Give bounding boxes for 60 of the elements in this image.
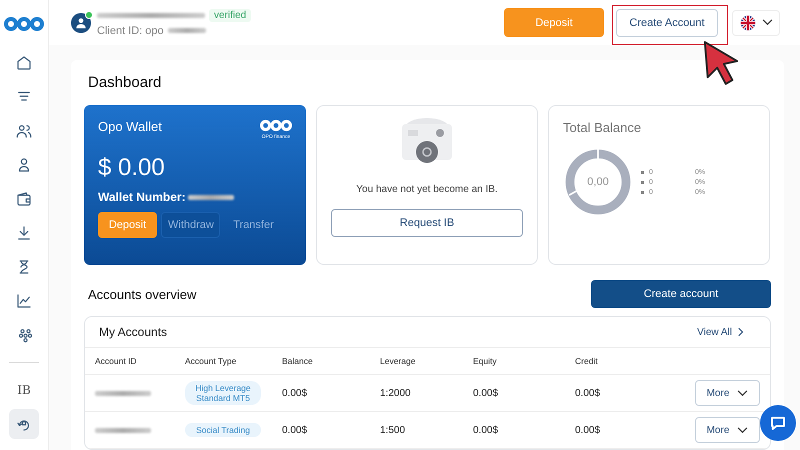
users-icon [15, 122, 33, 140]
table-cell-text: 0.00$ [282, 424, 308, 436]
total-balance-title: Total Balance [563, 120, 642, 135]
brand-logo [4, 16, 44, 32]
pointer-arrow-icon [702, 40, 740, 86]
column-header: Account Type [185, 356, 238, 366]
view-all-link[interactable]: View All [697, 326, 744, 338]
ib-nav-item[interactable]: IB [9, 375, 39, 405]
more-dropdown-button[interactable]: More [695, 417, 760, 443]
table-cell-text: 0.00$ [575, 388, 602, 398]
wallet-title: Opo Wallet [98, 119, 162, 136]
create-account-button[interactable]: Create account [591, 280, 771, 308]
download-icon [15, 224, 33, 242]
request-ib-button[interactable]: Request IB [331, 209, 523, 237]
chart-icon [15, 292, 33, 310]
verified-badge: verified [209, 8, 252, 22]
redacted-number [188, 194, 234, 200]
account-type-tag: Social Trading [185, 422, 261, 438]
table-cell-text: 0.00$ [282, 388, 308, 398]
wallet-icon [15, 190, 33, 208]
brand-logo [260, 119, 292, 132]
online-dot [85, 10, 93, 18]
section-title: Accounts overview [88, 286, 196, 302]
table-cell-text: 1:2000 [380, 388, 412, 398]
donut-center-value: 0,00 [587, 176, 609, 188]
legend-marker [641, 190, 644, 194]
table-cell-text: 0.00$ [473, 388, 500, 398]
chevron-down-icon [737, 426, 748, 434]
legend-marker [641, 180, 644, 184]
client-id: Client ID: opo [97, 24, 164, 36]
table-cell-text: 1:500 [380, 424, 406, 436]
account-type-tag: High Leverage Standard MT5 [185, 380, 261, 406]
table-cell-text: 0.00$ [473, 424, 500, 436]
more-dropdown-button[interactable]: More [695, 380, 760, 406]
legend-marker [641, 170, 644, 174]
create-account-button[interactable]: Create Account [616, 8, 718, 36]
card-title: My Accounts [99, 325, 168, 339]
page-title: Dashboard [88, 74, 162, 91]
home-icon [15, 54, 33, 72]
redacted-id [168, 28, 206, 33]
chat-icon [769, 414, 787, 432]
language-selector[interactable] [732, 10, 780, 36]
column-header: Balance [282, 356, 314, 366]
chevron-right-icon [738, 327, 744, 337]
flag-icon [740, 14, 756, 30]
redacted-account-id [95, 428, 151, 432]
nav-item[interactable] [9, 409, 39, 439]
table-cell-text: 0.00$ [575, 424, 602, 436]
wallet-amount: $ 0.00 [98, 154, 166, 182]
ib-status-message: You have not yet become an IB. [356, 184, 498, 195]
chevron-down-icon [737, 390, 748, 396]
chevron-down-icon [762, 19, 772, 26]
redacted-account-id [95, 390, 151, 396]
wallet-number-label: Wallet Number: [98, 190, 186, 204]
column-header: Equity [473, 356, 498, 366]
column-header: Leverage [380, 356, 416, 366]
column-header: Account ID [95, 356, 138, 366]
column-header: Credit [575, 356, 599, 366]
donut-chart-drawing [563, 147, 633, 217]
chat-button[interactable] [760, 405, 796, 441]
